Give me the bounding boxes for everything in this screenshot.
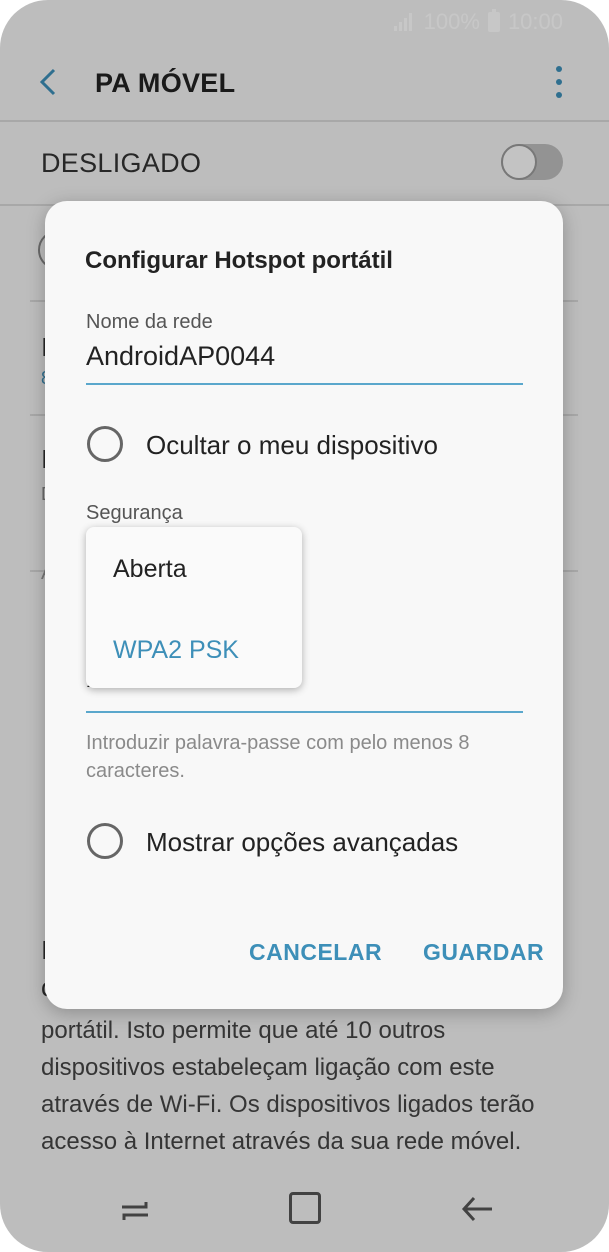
password-hint: Introduzir palavra-passe com pelo menos … [86, 732, 470, 782]
security-option-open[interactable]: Aberta [113, 555, 187, 584]
security-label: Segurança [86, 502, 183, 524]
screen: 100% 10:00 PA MÓVEL DESLIGADO I 8 [0, 0, 609, 1252]
security-dropdown-menu: Aberta WPA2 PSK [86, 527, 302, 688]
password-underline [86, 711, 523, 713]
advanced-options-radio[interactable] [87, 823, 123, 859]
network-name-label: Nome da rede [86, 311, 213, 333]
security-option-wpa2[interactable]: WPA2 PSK [113, 636, 239, 665]
cancel-button[interactable]: CANCELAR [249, 939, 382, 966]
hide-device-radio[interactable] [87, 426, 123, 462]
network-name-underline [86, 383, 523, 385]
dialog-title: Configurar Hotspot portátil [85, 247, 393, 274]
hide-device-label[interactable]: Ocultar o meu dispositivo [146, 430, 438, 461]
phone-frame: 100% 10:00 PA MÓVEL DESLIGADO I 8 [0, 0, 609, 1252]
advanced-options-label[interactable]: Mostrar opções avançadas [146, 827, 458, 858]
save-button[interactable]: GUARDAR [423, 939, 544, 966]
network-name-input[interactable]: AndroidAP0044 [86, 341, 275, 372]
